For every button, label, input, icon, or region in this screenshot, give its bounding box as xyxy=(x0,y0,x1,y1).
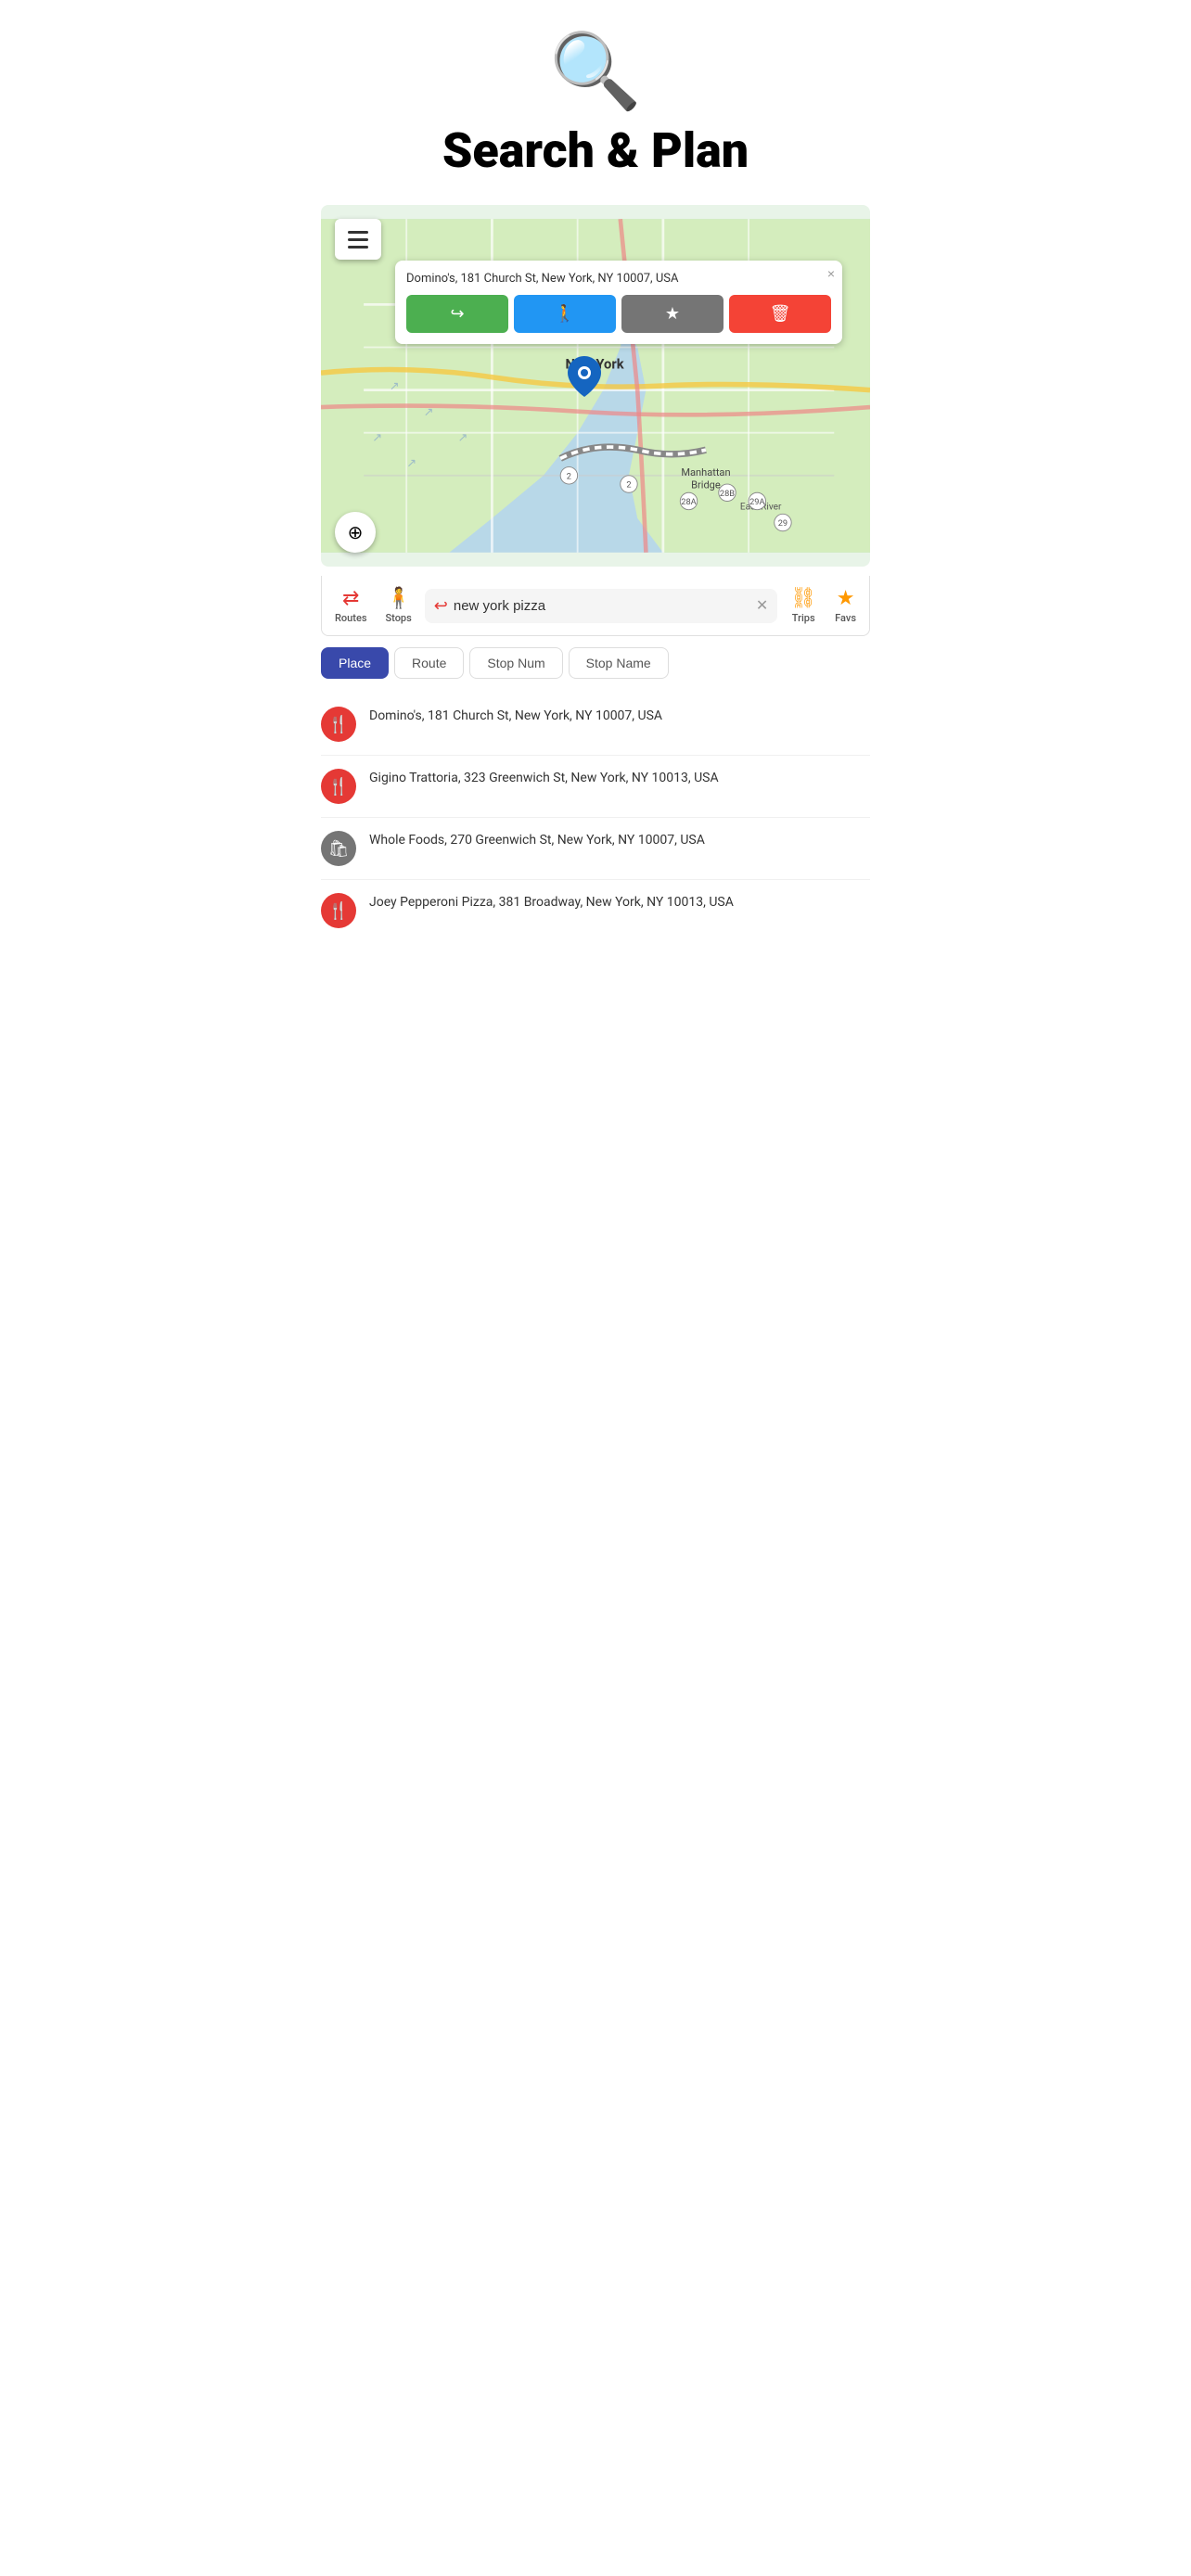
restaurant-icon: 🍴 xyxy=(321,707,356,742)
compass-icon: ⊕ xyxy=(348,521,364,544)
search-icon-large: 🔍 xyxy=(316,28,875,115)
content-tabs: Place Route Stop Num Stop Name xyxy=(298,636,893,686)
svg-text:↗: ↗ xyxy=(390,380,400,394)
nav-favs[interactable]: ★ Favs xyxy=(826,583,865,628)
trips-icon: ⛓ xyxy=(790,587,816,610)
nav-stops[interactable]: 🧍 Stops xyxy=(377,583,421,628)
result-item[interactable]: 🍴 Domino's, 181 Church St, New York, NY … xyxy=(321,694,870,756)
svg-text:28B: 28B xyxy=(720,489,735,499)
person-button[interactable]: 🚶 xyxy=(514,295,616,333)
result-item[interactable]: 🍴 Joey Pepperoni Pizza, 381 Broadway, Ne… xyxy=(321,880,870,941)
results-list: 🍴 Domino's, 181 Church St, New York, NY … xyxy=(298,686,893,949)
svg-text:2: 2 xyxy=(626,480,631,491)
svg-text:↗: ↗ xyxy=(424,405,434,419)
tab-stop-num[interactable]: Stop Num xyxy=(469,647,562,679)
delete-button[interactable]: 🗑 xyxy=(729,295,831,333)
nav-trips[interactable]: ⛓ Trips xyxy=(781,583,826,628)
tab-place[interactable]: Place xyxy=(321,647,389,679)
svg-text:Bridge: Bridge xyxy=(691,479,721,491)
stops-label: Stops xyxy=(386,612,412,624)
star-button[interactable]: ★ xyxy=(621,295,724,333)
map-pin xyxy=(568,356,601,401)
popup-actions: ↪ 🚶 ★ 🗑 xyxy=(406,295,831,333)
result-name: Gigino Trattoria, 323 Greenwich St, New … xyxy=(369,769,870,788)
popup-close-button[interactable]: × xyxy=(827,266,835,281)
search-clear-button[interactable]: ✕ xyxy=(756,596,768,615)
result-name: Whole Foods, 270 Greenwich St, New York,… xyxy=(369,831,870,850)
tab-route[interactable]: Route xyxy=(394,647,464,679)
directions-button[interactable]: ↪ xyxy=(406,295,508,333)
restaurant-icon: 🍴 xyxy=(321,893,356,928)
nav-routes[interactable]: ⇄ Routes xyxy=(326,583,377,628)
map-popup: × Domino's, 181 Church St, New York, NY … xyxy=(395,261,842,344)
result-item[interactable]: 🛍 Whole Foods, 270 Greenwich St, New Yor… xyxy=(321,818,870,880)
svg-text:↗: ↗ xyxy=(372,431,382,445)
svg-text:28A: 28A xyxy=(681,497,696,507)
svg-text:29: 29 xyxy=(778,518,788,529)
result-name: Domino's, 181 Church St, New York, NY 10… xyxy=(369,707,870,726)
stops-icon: 🧍 xyxy=(386,587,411,610)
result-name: Joey Pepperoni Pizza, 381 Broadway, New … xyxy=(369,893,870,912)
routes-label: Routes xyxy=(335,612,367,624)
favs-label: Favs xyxy=(835,612,856,624)
map-container[interactable]: ↗ ↗ ↗ ↗ ↗ New York Manhattan Bridge East… xyxy=(321,205,870,567)
popup-address: Domino's, 181 Church St, New York, NY 10… xyxy=(406,272,831,286)
svg-text:↗: ↗ xyxy=(406,457,416,471)
svg-text:↗: ↗ xyxy=(458,431,468,445)
store-icon: 🛍 xyxy=(321,831,356,866)
routes-icon: ⇄ xyxy=(342,587,359,610)
search-bar: ↩ ✕ xyxy=(425,589,777,623)
hamburger-icon xyxy=(348,231,368,249)
svg-text:Manhattan: Manhattan xyxy=(681,466,730,478)
bottom-nav: ⇄ Routes 🧍 Stops ↩ ✕ ⛓ Trips ★ Favs xyxy=(321,576,870,636)
back-arrow-icon[interactable]: ↩ xyxy=(434,596,448,616)
page-header: 🔍 Search & Plan xyxy=(298,0,893,196)
svg-text:2: 2 xyxy=(567,472,571,482)
restaurant-icon: 🍴 xyxy=(321,769,356,804)
favs-icon: ★ xyxy=(837,587,855,610)
page-title: Search & Plan xyxy=(316,124,875,177)
trips-label: Trips xyxy=(792,612,815,624)
result-item[interactable]: 🍴 Gigino Trattoria, 323 Greenwich St, Ne… xyxy=(321,756,870,818)
menu-button[interactable] xyxy=(335,219,381,260)
search-input[interactable] xyxy=(454,598,750,614)
compass-button[interactable]: ⊕ xyxy=(335,512,376,553)
svg-text:29A: 29A xyxy=(749,497,764,507)
tab-stop-name[interactable]: Stop Name xyxy=(569,647,669,679)
